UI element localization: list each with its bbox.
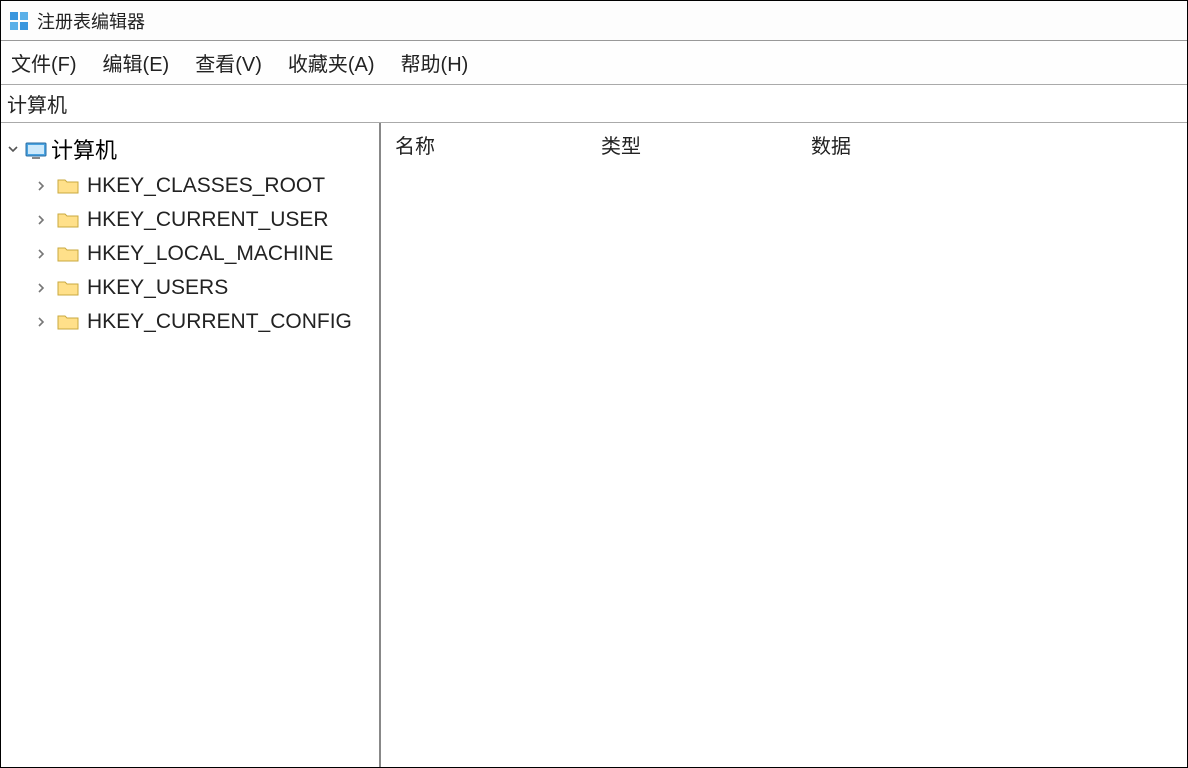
content-area: 计算机 HKEY_CLASSES_ROOT bbox=[1, 123, 1187, 767]
tree-item-label: HKEY_LOCAL_MACHINE bbox=[87, 242, 333, 266]
menubar: 文件(F) 编辑(E) 查看(V) 收藏夹(A) 帮助(H) bbox=[1, 41, 1187, 85]
tree-root-label: 计算机 bbox=[51, 133, 117, 165]
menu-favorites[interactable]: 收藏夹(A) bbox=[284, 44, 379, 81]
tree-item-label: HKEY_CLASSES_ROOT bbox=[87, 174, 325, 198]
folder-icon bbox=[57, 313, 79, 331]
computer-icon bbox=[25, 140, 47, 158]
folder-icon bbox=[57, 245, 79, 263]
tree-item-hkey-classes-root[interactable]: HKEY_CLASSES_ROOT bbox=[29, 169, 379, 203]
tree-item-label: HKEY_USERS bbox=[87, 276, 228, 300]
list-panel[interactable]: 名称 类型 数据 bbox=[381, 123, 1187, 767]
folder-icon bbox=[57, 279, 79, 297]
menu-edit[interactable]: 编辑(E) bbox=[99, 44, 174, 81]
tree-root-computer[interactable]: 计算机 bbox=[1, 129, 379, 169]
tree-panel[interactable]: 计算机 HKEY_CLASSES_ROOT bbox=[1, 123, 381, 767]
tree-item-hkey-current-user[interactable]: HKEY_CURRENT_USER bbox=[29, 203, 379, 237]
column-header-name[interactable]: 名称 bbox=[381, 130, 601, 159]
column-header-data[interactable]: 数据 bbox=[811, 130, 1187, 159]
address-bar[interactable]: 计算机 bbox=[1, 85, 1187, 123]
tree-item-label: HKEY_CURRENT_USER bbox=[87, 208, 329, 232]
tree-item-hkey-users[interactable]: HKEY_USERS bbox=[29, 271, 379, 305]
chevron-right-icon[interactable] bbox=[33, 246, 49, 262]
chevron-right-icon[interactable] bbox=[33, 280, 49, 296]
menu-help[interactable]: 帮助(H) bbox=[397, 44, 473, 81]
tree-item-label: HKEY_CURRENT_CONFIG bbox=[87, 310, 352, 334]
chevron-down-icon[interactable] bbox=[5, 141, 21, 157]
app-title: 注册表编辑器 bbox=[37, 8, 145, 34]
chevron-right-icon[interactable] bbox=[33, 178, 49, 194]
column-header-type[interactable]: 类型 bbox=[601, 130, 811, 159]
menu-file[interactable]: 文件(F) bbox=[7, 44, 81, 81]
folder-icon bbox=[57, 177, 79, 195]
address-path: 计算机 bbox=[7, 89, 67, 118]
chevron-right-icon[interactable] bbox=[33, 314, 49, 330]
chevron-right-icon[interactable] bbox=[33, 212, 49, 228]
menu-view[interactable]: 查看(V) bbox=[191, 44, 266, 81]
list-header: 名称 类型 数据 bbox=[381, 123, 1187, 165]
folder-icon bbox=[57, 211, 79, 229]
regedit-icon bbox=[9, 11, 29, 31]
tree-item-hkey-current-config[interactable]: HKEY_CURRENT_CONFIG bbox=[29, 305, 379, 339]
tree-item-hkey-local-machine[interactable]: HKEY_LOCAL_MACHINE bbox=[29, 237, 379, 271]
titlebar: 注册表编辑器 bbox=[1, 1, 1187, 41]
